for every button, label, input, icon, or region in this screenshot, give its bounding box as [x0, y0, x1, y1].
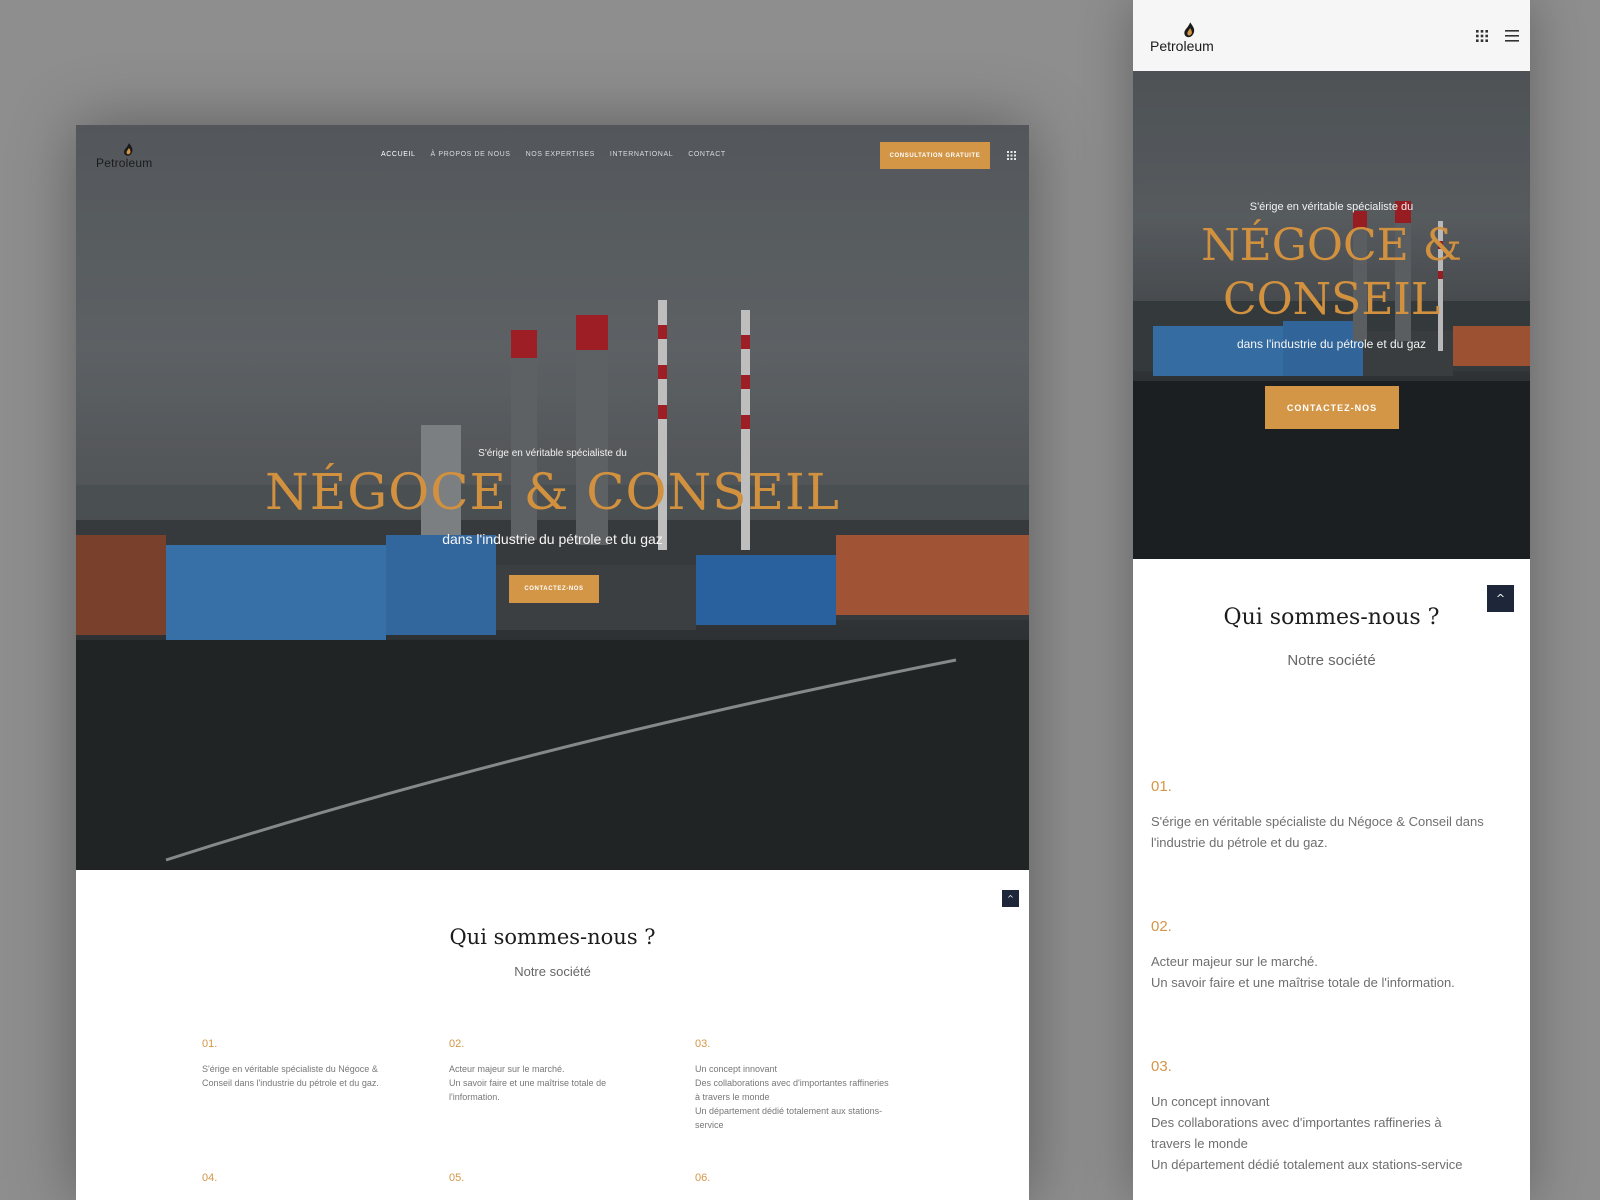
nav-item-international[interactable]: INTERNATIONAL	[610, 151, 673, 158]
feature-number: 02.	[1151, 918, 1172, 935]
hero-title-line: NÉGOCE &	[1201, 220, 1462, 271]
hero-title: NÉGOCE & CONSEIL	[265, 463, 840, 521]
feature-line: l'industrie du pétrole et du gaz.	[1151, 835, 1328, 850]
feature-item: 01. S'érige en véritable spécialiste du …	[1151, 778, 1511, 853]
chevron-up-icon: ^	[1495, 592, 1506, 605]
feature-line: Des collaborations avec d'importantes ra…	[1151, 1115, 1442, 1130]
hero-subtitle: dans l'industrie du pétrole et du gaz	[442, 531, 663, 547]
hero-kicker: S'érige en véritable spécialiste du	[478, 448, 627, 459]
scroll-top-button[interactable]: ^	[1002, 890, 1019, 907]
feature-text: S'érige en véritable spécialiste du Négo…	[202, 1062, 402, 1090]
hero-subtitle: dans l'industrie du pétrole et du gaz	[1236, 337, 1427, 351]
feature-item: 01. S'érige en véritable spécialiste du …	[202, 1038, 402, 1090]
feature-text: Un concept innovant Des collaborations a…	[695, 1062, 905, 1132]
hero-section: Petroleum ACCUEIL À PROPOS DE NOUS NOS E…	[76, 125, 1029, 870]
logo[interactable]: Petroleum	[96, 143, 166, 173]
feature-text: Un concept innovant Des collaborations a…	[1151, 1091, 1511, 1175]
feature-number: 01.	[1151, 778, 1172, 795]
nav-item-contact[interactable]: CONTACT	[688, 151, 726, 158]
feature-line: service	[695, 1120, 724, 1130]
feature-line: l'information.	[449, 1092, 500, 1102]
grid-icon[interactable]	[1476, 30, 1488, 42]
mobile-mockup: Petroleum S'érige en véritable spécialis…	[1133, 0, 1530, 1200]
section-subtitle: Notre société	[514, 964, 591, 979]
feature-line: Un département dédié totalement aux stat…	[1151, 1157, 1463, 1172]
feature-line: Un concept innovant	[1151, 1094, 1270, 1109]
section-title: Qui sommes-nous ?	[449, 925, 656, 949]
feature-item: 05.	[449, 1172, 649, 1196]
feature-number: 02.	[449, 1038, 465, 1050]
grid-icon[interactable]	[1007, 151, 1016, 160]
feature-line: travers le monde	[1151, 1136, 1248, 1151]
nav-item-a-propos[interactable]: À PROPOS DE NOUS	[431, 151, 511, 158]
logo[interactable]: Petroleum	[1150, 22, 1230, 56]
feature-item: 04.	[202, 1172, 402, 1196]
logo-wordmark: Petroleum	[96, 156, 153, 170]
feature-number: 06.	[695, 1172, 711, 1184]
contact-button[interactable]: CONTACTEZ-NOS	[1265, 386, 1399, 429]
mobile-header: Petroleum	[1133, 0, 1530, 71]
feature-item: 02. Acteur majeur sur le marché. Un savo…	[449, 1038, 649, 1104]
contact-button[interactable]: CONTACTEZ-NOS	[509, 575, 599, 603]
feature-item: 06.	[695, 1172, 895, 1196]
feature-line: Un savoir faire et une maîtrise totale d…	[1151, 975, 1455, 990]
feature-number: 05.	[449, 1172, 465, 1184]
feature-number: 01.	[202, 1038, 218, 1050]
feature-line: Un savoir faire et une maîtrise totale d…	[449, 1078, 607, 1088]
desktop-mockup: Petroleum ACCUEIL À PROPOS DE NOUS NOS E…	[76, 125, 1029, 1200]
section-subtitle: Notre société	[1287, 652, 1376, 669]
flame-logo-icon	[1184, 22, 1195, 38]
feature-item: 03. Un concept innovant Des collaboratio…	[695, 1038, 905, 1132]
feature-line: Acteur majeur sur le marché.	[1151, 954, 1318, 969]
feature-line: Acteur majeur sur le marché.	[449, 1064, 565, 1074]
feature-text: S'érige en véritable spécialiste du Négo…	[1151, 811, 1511, 853]
menu-icon[interactable]	[1505, 30, 1519, 42]
logo-wordmark: Petroleum	[1150, 38, 1214, 54]
feature-line: S'érige en véritable spécialiste du Négo…	[202, 1064, 378, 1074]
flame-logo-icon	[124, 143, 133, 156]
feature-item: 03. Un concept innovant Des collaboratio…	[1151, 1058, 1511, 1175]
feature-line: Un département dédié totalement aux stat…	[695, 1106, 883, 1116]
hero-kicker: S'érige en véritable spécialiste du	[1249, 201, 1414, 213]
hero-title-line: CONSEIL	[1222, 274, 1441, 325]
feature-number: 03.	[1151, 1058, 1172, 1075]
consultation-button[interactable]: CONSULTATION GRATUITE	[880, 142, 990, 169]
feature-line: à travers le monde	[695, 1092, 770, 1102]
feature-line: Un concept innovant	[695, 1064, 778, 1074]
feature-line: Des collaborations avec d'importantes ra…	[695, 1078, 889, 1088]
hero-section: S'érige en véritable spécialiste du NÉGO…	[1133, 71, 1530, 559]
feature-line: S'érige en véritable spécialiste du Négo…	[1151, 814, 1484, 829]
feature-number: 03.	[695, 1038, 711, 1050]
feature-number: 04.	[202, 1172, 218, 1184]
nav-item-expertises[interactable]: NOS EXPERTISES	[526, 151, 595, 158]
chevron-up-icon: ^	[1007, 894, 1014, 903]
section-title: Qui sommes-nous ?	[1223, 605, 1440, 630]
main-nav: ACCUEIL À PROPOS DE NOUS NOS EXPERTISES …	[381, 151, 726, 158]
feature-line: Conseil dans l'industrie du pétrole et d…	[202, 1078, 379, 1088]
hero-title: NÉGOCE & CONSEIL	[1133, 219, 1530, 327]
feature-item: 02. Acteur majeur sur le marché. Un savo…	[1151, 918, 1511, 993]
nav-item-accueil[interactable]: ACCUEIL	[381, 151, 416, 158]
feature-text: Acteur majeur sur le marché. Un savoir f…	[1151, 951, 1511, 993]
feature-text: Acteur majeur sur le marché. Un savoir f…	[449, 1062, 649, 1104]
